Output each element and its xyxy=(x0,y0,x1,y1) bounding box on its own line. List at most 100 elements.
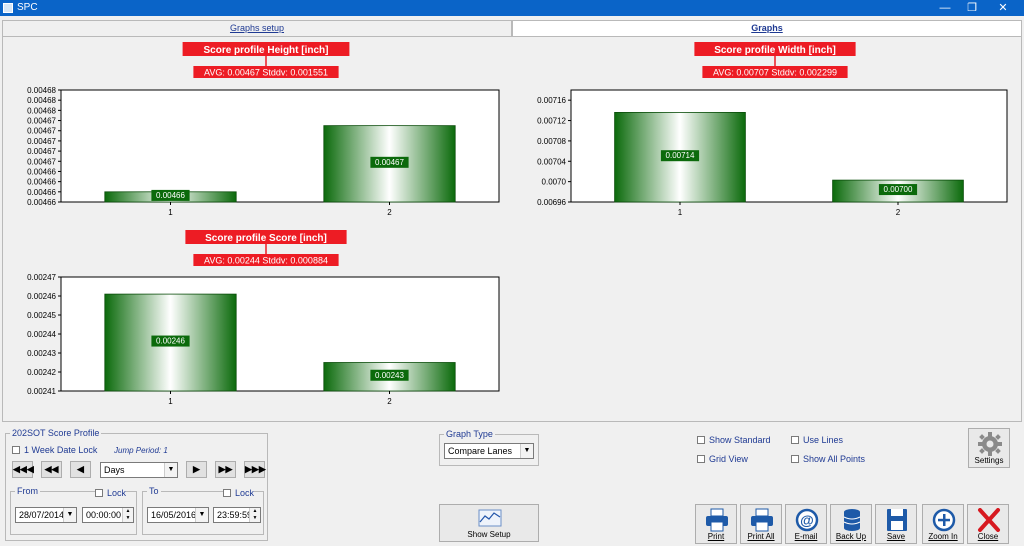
settings-label: Settings xyxy=(974,456,1004,465)
graph-type-title: Graph Type xyxy=(444,429,495,439)
chart-stats: AVG: 0.00244 Stddv: 0.000884 xyxy=(204,256,328,266)
to-date-picker[interactable]: 16/05/2016 ▼ xyxy=(147,507,209,523)
tab-graphs[interactable]: Graphs xyxy=(512,20,1022,37)
period-value: Days xyxy=(104,465,125,475)
y-tick-label: 0.00468 xyxy=(27,96,56,105)
nav-next-button[interactable]: ▶ xyxy=(186,461,207,478)
backup-button[interactable]: Back Up xyxy=(830,504,872,544)
to-time-input[interactable]: 23:59:59 ▲ ▼ xyxy=(213,507,261,523)
print-button[interactable]: Print xyxy=(695,504,737,544)
chevron-down-icon[interactable]: ▼ xyxy=(164,463,177,477)
chart-title: Score profile Height [inch] xyxy=(203,45,328,56)
from-lock-checkbox[interactable]: Lock xyxy=(95,488,127,498)
chart-stats: AVG: 0.00707 Stddv: 0.002299 xyxy=(713,68,837,78)
period-select[interactable]: Days ▼ xyxy=(100,462,178,478)
use-lines-box[interactable] xyxy=(791,436,799,444)
bar-value-label: 0.00714 xyxy=(666,151,695,160)
grid-view-checkbox[interactable]: Grid View xyxy=(697,454,748,464)
use-lines-checkbox[interactable]: Use Lines xyxy=(791,435,843,445)
spin-updown-icon[interactable]: ▲ ▼ xyxy=(249,508,260,522)
show-setup-button[interactable]: Show Setup xyxy=(439,504,539,542)
y-tick-label: 0.00242 xyxy=(27,368,56,377)
save-button[interactable]: Save xyxy=(875,504,917,544)
restore-button[interactable]: ❐ xyxy=(957,0,987,16)
y-tick-label: 0.00246 xyxy=(27,292,56,301)
nav-next-fast-button[interactable]: ▶▶ xyxy=(215,461,236,478)
floppy-disk-icon xyxy=(887,509,907,531)
show-standard-checkbox[interactable]: Show Standard xyxy=(697,435,771,445)
settings-button[interactable]: Settings xyxy=(968,428,1010,468)
show-all-points-label: Show All Points xyxy=(803,454,866,464)
tab-graphs-setup[interactable]: Graphs setup xyxy=(2,20,512,36)
show-standard-box[interactable] xyxy=(697,436,705,444)
y-tick-label: 0.00243 xyxy=(27,349,56,358)
jump-period-label: Jump Period: 1 xyxy=(114,446,168,455)
y-tick-label: 0.00466 xyxy=(27,198,56,207)
y-tick-label: 0.00468 xyxy=(27,106,56,115)
email-label: E-mail xyxy=(794,532,818,541)
show-standard-label: Show Standard xyxy=(709,435,771,445)
from-time-input[interactable]: 00:00:00 ▲ ▼ xyxy=(82,507,134,523)
print-label: Print xyxy=(707,532,725,541)
y-tick-label: 0.00244 xyxy=(27,330,56,339)
nav-prev-button[interactable]: ◀ xyxy=(70,461,91,478)
bar-value-label: 0.00700 xyxy=(884,185,913,194)
show-all-points-checkbox[interactable]: Show All Points xyxy=(791,454,865,464)
grid-view-box[interactable] xyxy=(697,455,705,463)
spin-updown-icon[interactable]: ▲ ▼ xyxy=(122,508,133,522)
to-time-value: 23:59:59 xyxy=(217,510,253,520)
graph-type-group: Graph Type Compare Lanes ▼ xyxy=(439,429,539,466)
close-label: Close xyxy=(977,532,999,541)
from-group: From Lock 28/07/2014 ▼ 00:00:00 ▲ ▼ xyxy=(10,486,137,535)
to-group: To Lock 16/05/2016 ▼ 23:59:59 ▲ ▼ xyxy=(142,486,264,535)
bar-value-label: 0.00246 xyxy=(156,337,185,346)
y-tick-label: 0.0070 xyxy=(542,178,567,187)
chart-title: Score profile Width [inch] xyxy=(714,45,836,56)
from-date-picker[interactable]: 28/07/2014 ▼ xyxy=(15,507,77,523)
week-lock-box[interactable] xyxy=(12,446,20,454)
print-all-label: Print All xyxy=(747,532,775,541)
to-lock-label: Lock xyxy=(235,488,255,498)
y-tick-label: 0.00467 xyxy=(27,117,56,126)
week-lock-label: 1 Week Date Lock xyxy=(24,445,98,455)
to-title: To xyxy=(147,486,161,496)
title-bar: SPC — ❐ ✕ xyxy=(0,0,1024,16)
graph-type-select[interactable]: Compare Lanes ▼ xyxy=(444,443,534,459)
email-button[interactable]: @ E-mail xyxy=(785,504,827,544)
close-button[interactable]: Close xyxy=(967,504,1009,544)
print-all-button[interactable]: Print All xyxy=(740,504,782,544)
y-tick-label: 0.00241 xyxy=(27,387,56,396)
chevron-down-icon[interactable]: ▼ xyxy=(63,508,76,522)
chart-svg-score: Score profile Score [inch] AVG: 0.00244 S… xyxy=(27,230,500,406)
minimize-button[interactable]: — xyxy=(930,0,960,16)
y-tick-label: 0.00468 xyxy=(27,86,56,95)
y-tick-label: 0.00245 xyxy=(27,311,56,320)
x-tick-label: 1 xyxy=(168,208,173,217)
close-window-button[interactable]: ✕ xyxy=(988,0,1018,16)
to-lock-box[interactable] xyxy=(223,489,231,497)
from-lock-box[interactable] xyxy=(95,489,103,497)
chart-height: Score profile Height [inch] AVG: 0.00467 … xyxy=(3,37,513,222)
nav-prev-fast-button[interactable]: ◀◀ xyxy=(41,461,62,478)
chevron-down-icon[interactable]: ▼ xyxy=(520,444,533,458)
grid-view-label: Grid View xyxy=(709,454,748,464)
printer-icon xyxy=(706,508,728,532)
y-tick-label: 0.00704 xyxy=(537,157,566,166)
chart-setup-icon xyxy=(478,509,502,527)
y-tick-label: 0.00466 xyxy=(27,178,56,187)
x-tick-label: 1 xyxy=(678,208,683,217)
bar-value-label: 0.00467 xyxy=(375,158,404,167)
to-lock-checkbox[interactable]: Lock xyxy=(223,488,255,498)
from-time-value: 00:00:00 xyxy=(86,510,122,520)
app-icon xyxy=(3,3,13,13)
nav-last-button[interactable]: ▶▶▶ xyxy=(244,461,266,478)
chevron-down-icon[interactable]: ▼ xyxy=(195,508,208,522)
zoom-in-button[interactable]: Zoom In xyxy=(922,504,964,544)
y-tick-label: 0.00467 xyxy=(27,157,56,166)
week-lock-checkbox[interactable]: 1 Week Date Lock xyxy=(12,445,97,455)
zoom-in-label: Zoom In xyxy=(928,532,958,541)
y-tick-label: 0.00247 xyxy=(27,273,56,282)
show-all-points-box[interactable] xyxy=(791,455,799,463)
chart-svg-height: Score profile Height [inch] AVG: 0.00467 … xyxy=(27,42,500,217)
nav-first-button[interactable]: ◀◀◀ xyxy=(12,461,34,478)
